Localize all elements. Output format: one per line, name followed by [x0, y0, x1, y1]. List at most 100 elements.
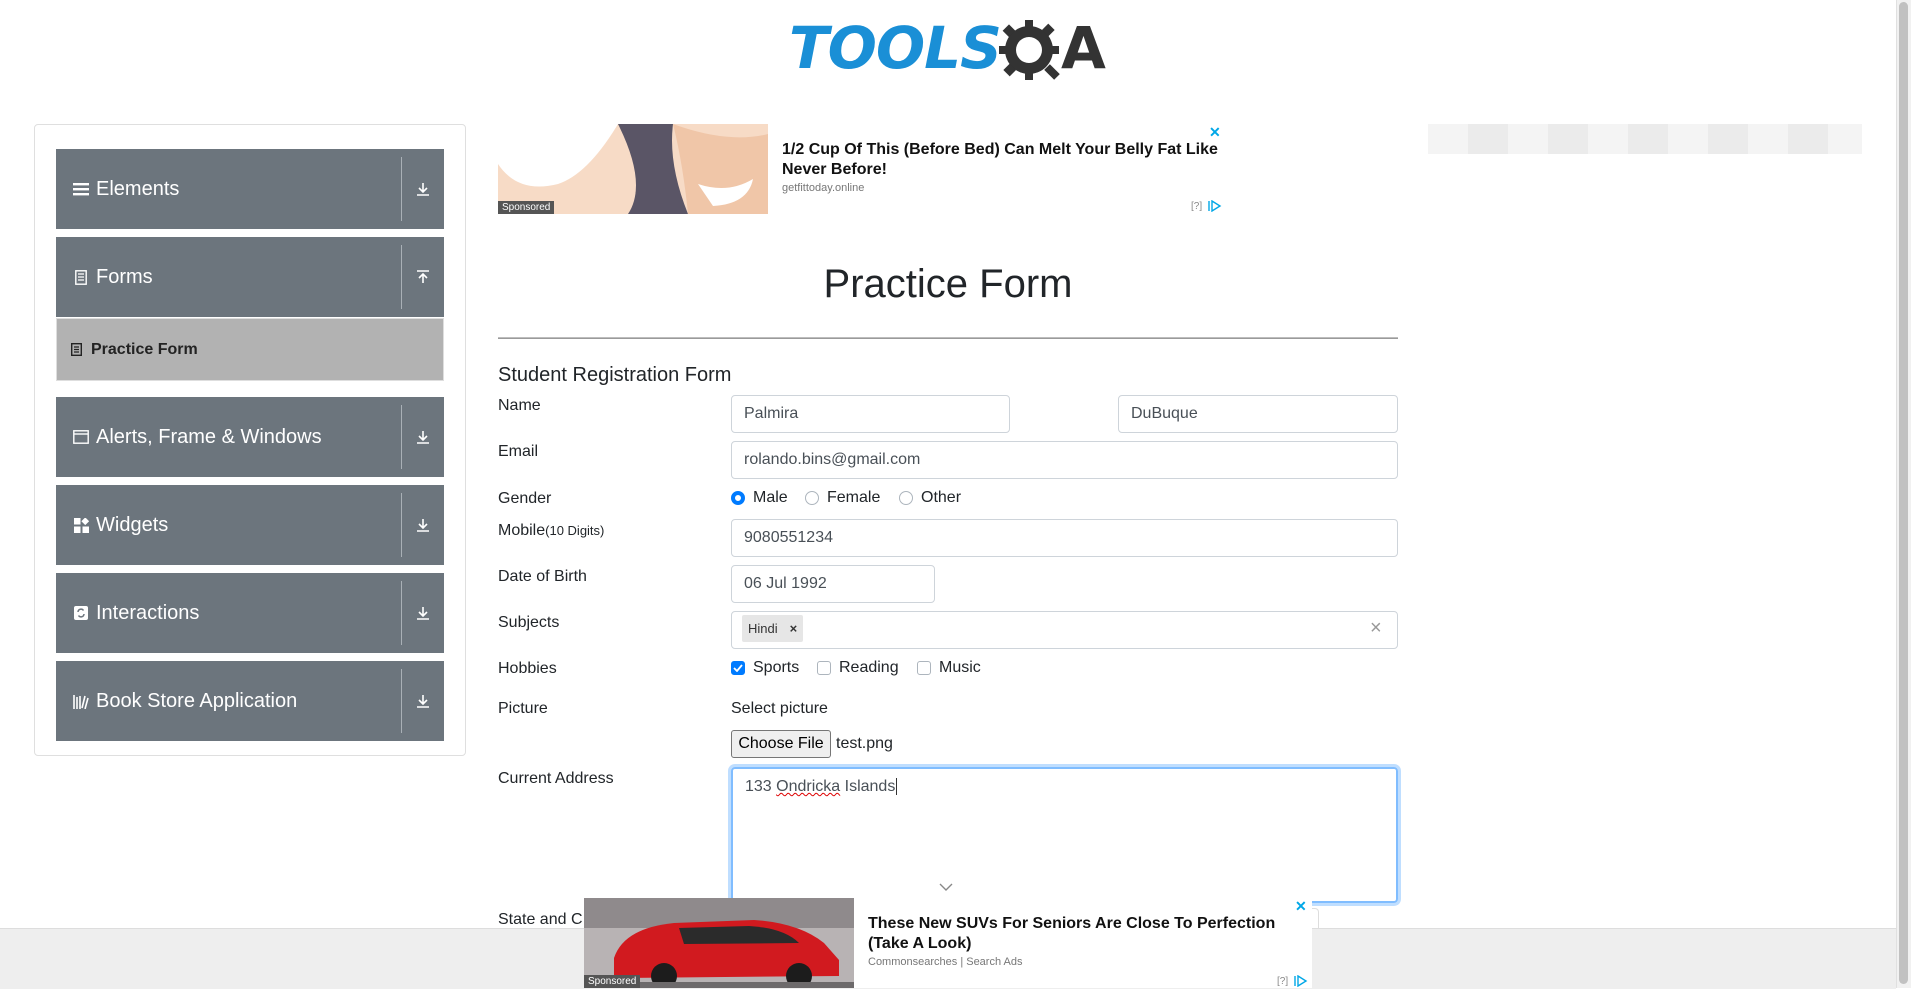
sidebar-group-widgets[interactable]: Widgets	[56, 485, 444, 565]
sidebar-group-label: Elements	[96, 177, 180, 200]
download-icon[interactable]	[402, 517, 444, 533]
gender-radio-other[interactable]: Other	[899, 489, 961, 507]
address-number: 133	[745, 778, 772, 795]
mobile-input[interactable]: 9080551234	[731, 519, 1398, 557]
sidebar-item-label: Practice Form	[91, 340, 198, 358]
side-ad-banner[interactable]	[1428, 124, 1862, 154]
sidebar-group-alerts[interactable]: Alerts, Frame & Windows	[56, 397, 444, 477]
sponsored-label: Sponsored	[584, 975, 641, 988]
clear-icon[interactable]: ×	[1370, 617, 1382, 640]
last-name-input[interactable]: DuBuque	[1118, 395, 1398, 433]
radio-label: Male	[753, 489, 788, 506]
gender-radio-male[interactable]: Male	[731, 489, 788, 507]
adchoices-icon[interactable]	[1208, 200, 1222, 212]
upload-icon[interactable]	[402, 269, 444, 285]
ad-source[interactable]: Commonsearches | Search Ads	[868, 956, 1022, 968]
address-label: Current Address	[498, 770, 614, 787]
mobile-label-text: Mobile	[498, 522, 546, 539]
hamburger-icon	[72, 180, 90, 198]
address-rest: Islands	[840, 778, 896, 795]
ad-close-icon[interactable]: ✕	[1295, 898, 1307, 915]
subject-chip-label: Hindi	[748, 621, 778, 636]
radio-button[interactable]	[899, 491, 913, 505]
name-label: Name	[498, 397, 541, 414]
ad-source[interactable]: getfittoday.online	[782, 182, 864, 194]
dob-label: Date of Birth	[498, 568, 587, 585]
subjects-input[interactable]	[731, 611, 1398, 649]
choose-file-button[interactable]: Choose File	[731, 730, 831, 758]
checkbox[interactable]	[817, 661, 831, 675]
chevron-down-icon[interactable]	[939, 882, 953, 892]
dob-input[interactable]: 06 Jul 1992	[731, 565, 935, 603]
hobbies-label: Hobbies	[498, 660, 557, 677]
hobby-checkbox-sports[interactable]: Sports	[731, 659, 799, 677]
form-icon	[71, 343, 83, 357]
subjects-label: Subjects	[498, 614, 560, 631]
email-label: Email	[498, 443, 539, 460]
checkbox[interactable]	[917, 661, 931, 675]
adchoices-icon[interactable]	[1294, 975, 1308, 987]
sidebar-group-label: Alerts, Frame & Windows	[96, 425, 322, 448]
sidebar-group-label: Widgets	[96, 513, 169, 536]
checkbox-label: Sports	[753, 659, 800, 676]
first-name-input[interactable]: Palmira	[731, 395, 1010, 433]
checkbox[interactable]	[731, 661, 745, 675]
sidebar-item-practice-form[interactable]: Practice Form	[56, 318, 444, 381]
document-icon	[72, 268, 90, 286]
books-icon	[72, 692, 90, 710]
mobile-hint: (10 Digits)	[545, 523, 605, 538]
logo-letter: A	[1061, 14, 1106, 82]
text-cursor	[896, 778, 898, 795]
current-address-textarea[interactable]: 133 Ondricka Islands	[731, 767, 1398, 903]
radio-button[interactable]	[731, 491, 745, 505]
sidebar-group-interactions[interactable]: Interactions	[56, 573, 444, 653]
chip-remove-icon[interactable]: ×	[784, 621, 804, 636]
bottom-ad-banner[interactable]: Sponsored These New SUVs For Seniors Are…	[584, 898, 1312, 988]
download-icon[interactable]	[402, 605, 444, 621]
sidebar-group-label: Book Store Application	[96, 689, 298, 712]
top-ad-banner[interactable]: Sponsored 1/2 Cup Of This (Before Bed) C…	[498, 124, 1226, 214]
hobby-checkbox-music[interactable]: Music	[917, 659, 981, 677]
ad-image[interactable]: Sponsored	[584, 898, 854, 988]
toolsqa-logo[interactable]: TOOLS A	[789, 16, 1111, 90]
sidebar-group-label: Interactions	[96, 601, 200, 624]
ad-info[interactable]: [?]	[1191, 201, 1202, 212]
state-city-label: State and C	[498, 911, 583, 928]
form-subtitle: Student Registration Form	[498, 364, 732, 386]
scrollbar-thumb[interactable]	[1899, 2, 1908, 984]
file-name: test.png	[836, 735, 893, 752]
checkbox-label: Reading	[839, 659, 899, 676]
mobile-label: Mobile(10 Digits)	[498, 522, 604, 540]
page-title: Practice Form	[823, 262, 1073, 306]
download-icon[interactable]	[402, 429, 444, 445]
interactions-icon	[72, 604, 90, 622]
download-icon[interactable]	[402, 181, 444, 197]
radio-label: Other	[921, 489, 962, 506]
sidebar-group-book-store[interactable]: Book Store Application	[56, 661, 444, 741]
ad-info[interactable]: [?]	[1277, 976, 1288, 987]
gear-magnifier-icon	[999, 20, 1060, 80]
ad-close-icon[interactable]: ✕	[1209, 124, 1221, 141]
divider	[498, 337, 1398, 339]
widgets-icon	[72, 516, 90, 534]
email-input[interactable]: rolando.bins@gmail.com	[731, 441, 1398, 479]
hobby-checkbox-reading[interactable]: Reading	[817, 659, 899, 677]
picture-label: Picture	[498, 700, 548, 717]
radio-button[interactable]	[805, 491, 819, 505]
ad-title[interactable]: 1/2 Cup Of This (Before Bed) Can Melt Yo…	[782, 140, 1222, 180]
sidebar-group-elements[interactable]: Elements	[56, 149, 444, 229]
logo-text: TOOLS	[789, 14, 1002, 82]
address-word: Ondricka	[776, 778, 841, 795]
window-icon	[72, 428, 90, 446]
sidebar-group-forms[interactable]: Forms	[56, 237, 444, 317]
gender-label: Gender	[498, 490, 552, 507]
radio-label: Female	[827, 489, 881, 506]
gender-radio-female[interactable]: Female	[805, 489, 880, 507]
sidebar-group-label: Forms	[96, 265, 153, 288]
download-icon[interactable]	[402, 693, 444, 709]
checkbox-label: Music	[939, 659, 981, 676]
ad-image[interactable]: Sponsored	[498, 124, 768, 214]
select-picture-label: Select picture	[731, 700, 828, 717]
subject-chip: Hindi ×	[742, 615, 804, 642]
ad-title[interactable]: These New SUVs For Seniors Are Close To …	[868, 914, 1288, 954]
